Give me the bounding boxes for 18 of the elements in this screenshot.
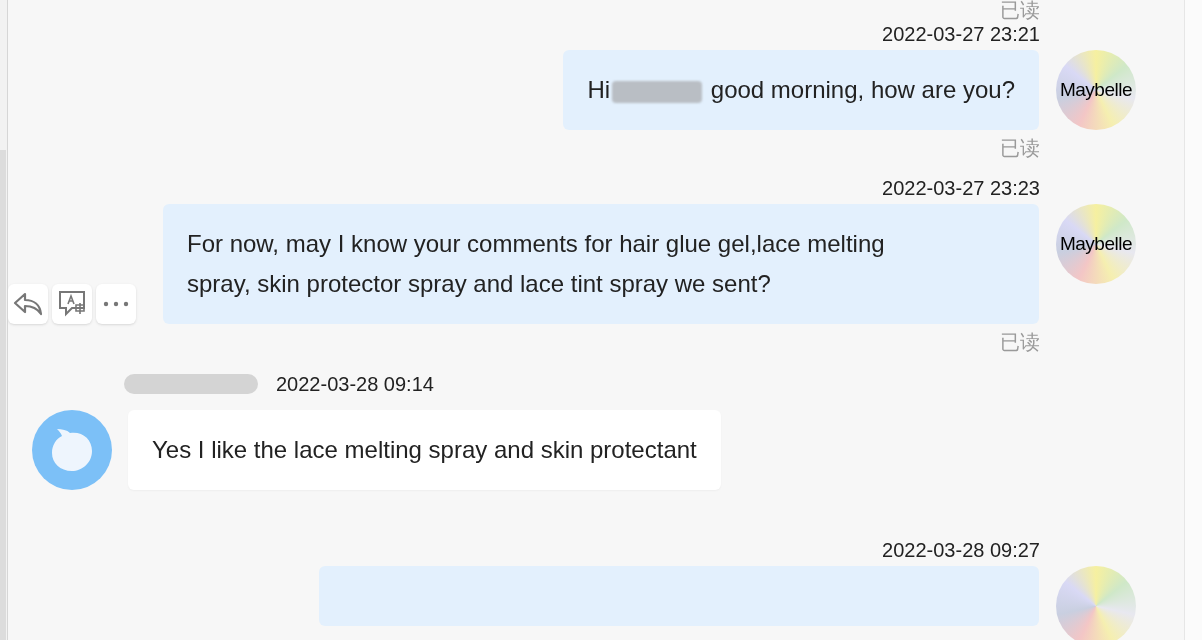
more-icon	[103, 301, 129, 307]
timestamp: 2022-03-28 09:27	[882, 538, 1040, 562]
reply-icon	[13, 292, 43, 316]
read-status: 已读	[1000, 330, 1040, 354]
read-status: 已读	[1000, 136, 1040, 160]
translate-icon	[57, 290, 87, 318]
reply-button[interactable]	[8, 284, 48, 324]
message-bubble: Yes I like the lace melting spray and skin protectant	[128, 410, 721, 490]
translate-button[interactable]	[52, 284, 92, 324]
avatar-logo-text: Maybelle	[1059, 231, 1133, 256]
message-bubble: Hi good morning, how are you?	[563, 50, 1039, 130]
timestamp: 2022-03-27 23:23	[882, 176, 1040, 200]
avatar-logo-text: Maybelle	[1059, 77, 1133, 102]
read-status: 已读	[1000, 0, 1040, 22]
more-button[interactable]	[96, 284, 136, 324]
message-bubble: For now, may I know your comments for hair glue gel,lace melting spray, skin protector spray and lace tint spray we sent?	[163, 204, 1039, 324]
timestamp: 2022-03-28 09:14	[276, 372, 434, 396]
timestamp: 2022-03-27 23:21	[882, 22, 1040, 46]
